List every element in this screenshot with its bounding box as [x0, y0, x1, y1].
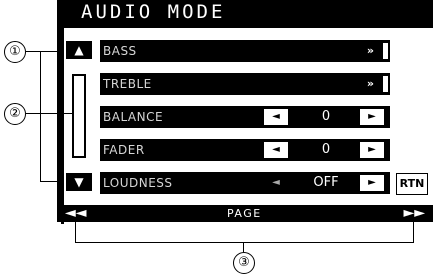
- chevron-right-icon: »: [366, 77, 374, 90]
- menu-row-bass[interactable]: BASS »: [100, 40, 390, 62]
- menu-label-treble: TREBLE: [103, 77, 152, 91]
- callout-3-horizontal-line: [75, 242, 414, 243]
- return-button[interactable]: RTN: [396, 173, 428, 195]
- page-next-button[interactable]: ►►: [403, 205, 425, 222]
- fader-left-button[interactable]: ◄: [264, 142, 288, 158]
- callout-2-line: [26, 113, 72, 114]
- row-end-bar: [383, 43, 388, 59]
- balance-left-button[interactable]: ◄: [264, 109, 288, 125]
- page-label: PAGE: [227, 207, 262, 220]
- scroll-thumb[interactable]: [74, 76, 84, 156]
- page-bar: ◄◄ PAGE ►►: [57, 205, 433, 222]
- callout-1-vertical-line: [40, 51, 41, 181]
- callout-1: ①: [4, 41, 26, 63]
- callout-3-stem-line: [243, 242, 244, 252]
- menu-label-loudness: LOUDNESS: [103, 176, 173, 190]
- row-end-bar: [383, 76, 388, 92]
- balance-right-button[interactable]: ►: [360, 109, 384, 125]
- scroll-down-button[interactable]: ▼: [66, 173, 92, 191]
- fader-value: 0: [321, 142, 331, 157]
- screen-title: AUDIO MODE: [81, 1, 226, 23]
- loudness-right-button[interactable]: ►: [360, 175, 384, 191]
- callout-1-down-line: [40, 181, 62, 182]
- scroll-up-button[interactable]: ▲: [66, 41, 92, 59]
- fader-right-button[interactable]: ►: [360, 142, 384, 158]
- callout-3-right-line: [413, 222, 414, 242]
- page-prev-button[interactable]: ◄◄: [65, 205, 87, 222]
- menu-label-balance: BALANCE: [103, 110, 164, 124]
- menu-row-fader: FADER ◄ 0 ►: [100, 139, 390, 161]
- balance-value: 0: [321, 109, 331, 124]
- callout-3: ③: [233, 252, 255, 274]
- chevron-right-icon: »: [366, 44, 374, 57]
- menu-label-bass: BASS: [103, 44, 137, 58]
- menu-label-fader: FADER: [103, 143, 145, 157]
- menu-row-treble[interactable]: TREBLE »: [100, 73, 390, 95]
- menu-row-loudness: LOUDNESS ◄ OFF ►: [100, 172, 390, 194]
- callout-3-left-line: [75, 222, 76, 242]
- title-bar: AUDIO MODE: [57, 0, 433, 25]
- loudness-value: OFF: [313, 175, 339, 190]
- callout-2: ②: [4, 103, 26, 125]
- callout-1-line: [26, 51, 62, 52]
- loudness-left-button[interactable]: ◄: [264, 175, 288, 191]
- menu-row-balance: BALANCE ◄ 0 ►: [100, 106, 390, 128]
